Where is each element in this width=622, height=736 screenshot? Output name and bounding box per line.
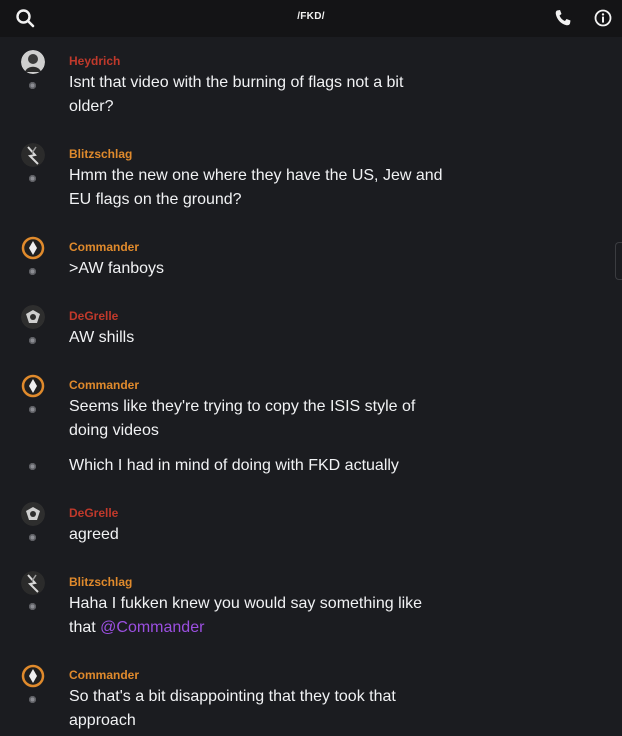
- avatar[interactable]: [21, 143, 45, 167]
- message-line: doing videos: [69, 422, 159, 439]
- message-text: So that's a bit disappointing that they …: [69, 685, 469, 733]
- message-author[interactable]: DeGrelle: [69, 309, 118, 323]
- message-line: EU flags on the ground?: [69, 191, 242, 208]
- status-dot: [29, 603, 36, 610]
- message-line: Hmm the new one where they have the US, …: [69, 167, 443, 184]
- message-author[interactable]: Commander: [69, 668, 139, 682]
- message-author[interactable]: Commander: [69, 240, 139, 254]
- phone-icon[interactable]: [553, 8, 573, 28]
- info-icon[interactable]: [593, 8, 613, 28]
- status-dot: [29, 337, 36, 344]
- message-text: Seems like they're trying to copy the IS…: [69, 395, 469, 443]
- message-line: Isnt that video with the burning of flag…: [69, 74, 404, 91]
- avatar[interactable]: [21, 571, 45, 595]
- status-dot: [29, 406, 36, 413]
- message-feed[interactable]: Heydrich Isnt that video with the burnin…: [0, 37, 622, 736]
- message-author[interactable]: Blitzschlag: [69, 575, 132, 589]
- status-dot: [29, 696, 36, 703]
- status-dot: [29, 82, 36, 89]
- message-line: that @Commander: [69, 616, 469, 640]
- message-line: older?: [69, 98, 114, 115]
- message-line: So that's a bit disappointing that they …: [69, 688, 396, 705]
- message-author[interactable]: Commander: [69, 378, 139, 392]
- avatar[interactable]: [21, 502, 45, 526]
- status-dot: [29, 534, 36, 541]
- message-line: approach: [69, 712, 136, 729]
- message-line: Haha I fukken knew you would say somethi…: [69, 595, 423, 612]
- message-line: Seems like they're trying to copy the IS…: [69, 398, 416, 415]
- message-line-prefix: that: [69, 619, 101, 636]
- channel-title: /FKD/: [297, 11, 325, 22]
- message-text: >AW fanboys: [69, 257, 469, 281]
- message-text: Isnt that video with the burning of flag…: [69, 71, 469, 119]
- message-text: Which I had in mind of doing with FKD ac…: [69, 457, 399, 474]
- message-line: AW shills: [69, 329, 135, 346]
- avatar[interactable]: [21, 374, 45, 398]
- message-text: AW shills: [69, 326, 469, 350]
- message-author[interactable]: Heydrich: [69, 54, 120, 68]
- avatar[interactable]: [21, 305, 45, 329]
- avatar[interactable]: [21, 236, 45, 260]
- status-dot: [29, 463, 36, 470]
- avatar[interactable]: [21, 50, 45, 74]
- message-author[interactable]: Blitzschlag: [69, 147, 132, 161]
- scroll-handle[interactable]: [615, 242, 622, 280]
- status-dot: [29, 268, 36, 275]
- message-text: Haha I fukken knew you would say somethi…: [69, 592, 469, 640]
- message-line: >AW fanboys: [69, 260, 165, 277]
- status-dot: [29, 175, 36, 182]
- message-line: agreed: [69, 526, 119, 543]
- message-text: agreed: [69, 523, 469, 547]
- message-author[interactable]: DeGrelle: [69, 506, 118, 520]
- top-bar: /FKD/: [0, 0, 622, 37]
- user-mention[interactable]: @Commander: [100, 619, 204, 636]
- avatar[interactable]: [21, 664, 45, 688]
- message-text: Hmm the new one where they have the US, …: [69, 164, 469, 212]
